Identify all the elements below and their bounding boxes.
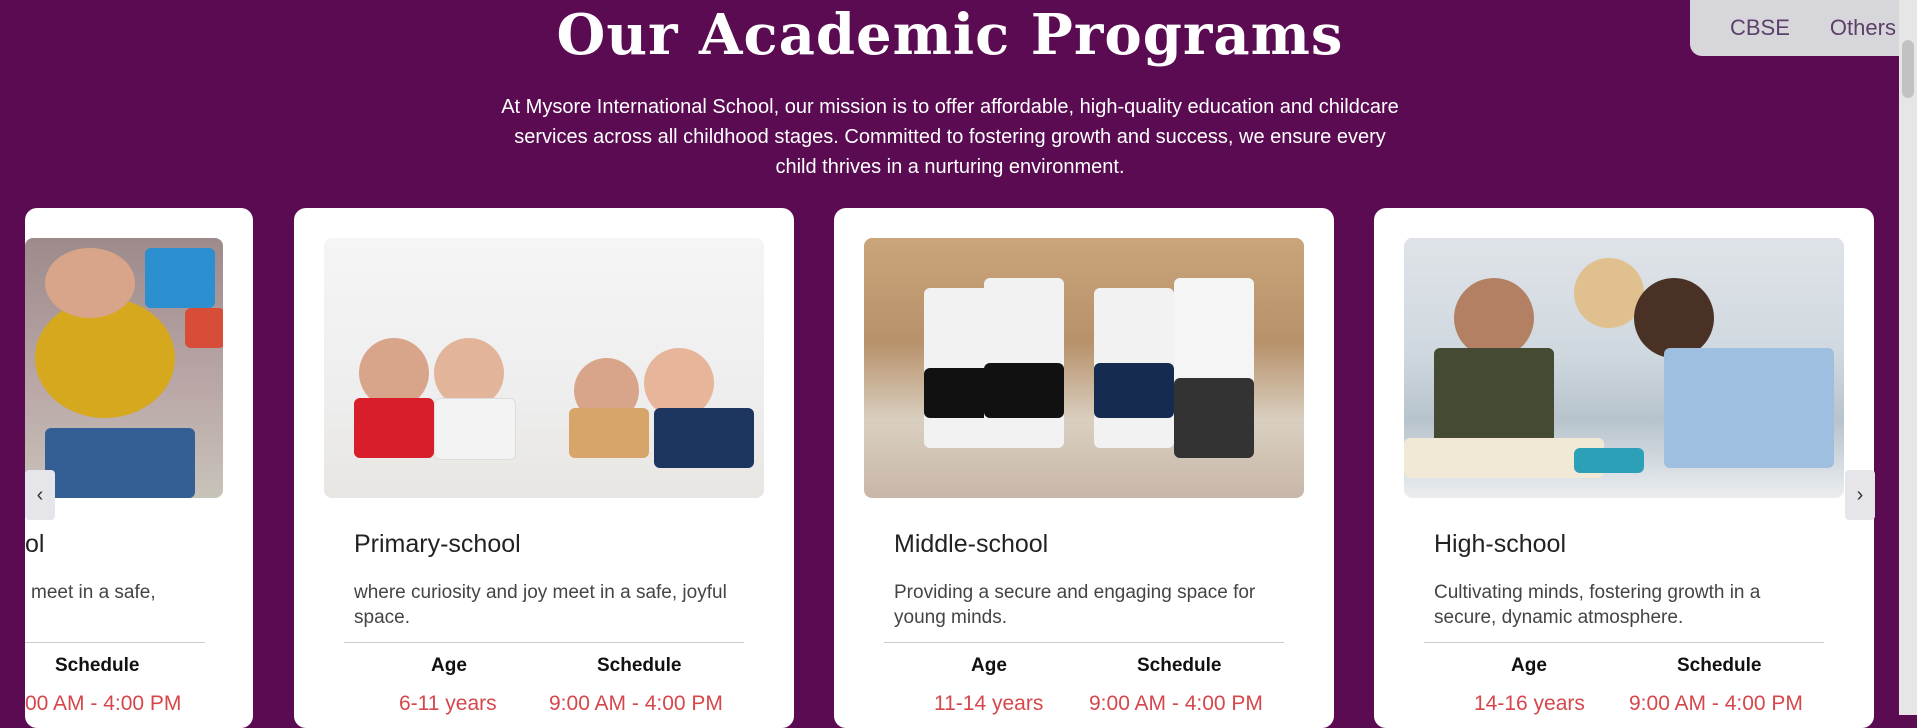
schedule-value: 9:00 AM - 4:00 PM	[1089, 692, 1263, 715]
divider	[884, 642, 1284, 643]
program-image	[1404, 238, 1844, 498]
divider	[344, 642, 744, 643]
program-title: High-school	[1434, 530, 1567, 558]
student-face-shape	[1454, 278, 1534, 358]
child-shirt-shape	[35, 298, 175, 418]
schedule-label: Schedule	[1677, 655, 1762, 676]
student-shirt-shape	[1664, 348, 1834, 468]
program-card-middle[interactable]: Middle-school Providing a secure and eng…	[834, 208, 1334, 728]
chevron-right-icon: ›	[1856, 483, 1864, 506]
schedule-value: 9:00 AM - 4:00 PM	[549, 692, 723, 715]
intro-text: At Mysore International School, our miss…	[501, 96, 1399, 178]
child-jeans-shape	[45, 428, 195, 498]
child-face-shape	[45, 248, 135, 318]
carousel-next-button[interactable]: ›	[1845, 470, 1875, 520]
program-card-preschool[interactable]: ol meet in a safe, Schedule 00 AM - 4:00…	[25, 208, 253, 728]
schedule-label: Schedule	[1137, 655, 1222, 676]
child-shirt-shape	[654, 408, 754, 468]
age-value: 11-14 years	[934, 692, 1044, 715]
trousers-shape	[1174, 378, 1254, 458]
student-hair-shape	[1634, 278, 1714, 358]
carousel-prev-button[interactable]: ‹	[25, 470, 55, 520]
divider	[1424, 642, 1824, 643]
program-description: meet in a safe,	[31, 582, 156, 603]
page: CBSE Others Our Academic Programs At Mys…	[0, 0, 1917, 728]
notebook-shape	[1574, 448, 1644, 473]
program-title: ol	[25, 530, 45, 558]
program-description: Cultivating minds, fostering growth in a…	[1434, 582, 1761, 628]
program-card-primary[interactable]: Primary-school where curiosity and joy m…	[294, 208, 794, 728]
child-shirt-shape	[434, 398, 516, 460]
program-image	[324, 238, 764, 498]
program-card-high[interactable]: High-school Cultivating minds, fostering…	[1374, 208, 1874, 728]
schedule-value: 9:00 AM - 4:00 PM	[1629, 692, 1803, 715]
schedule-label: Schedule	[597, 655, 682, 676]
program-description: Providing a secure and engaging space fo…	[894, 582, 1256, 628]
page-title: Our Academic Programs	[556, 2, 1344, 68]
schedule-value: 00 AM - 4:00 PM	[25, 692, 182, 715]
puzzle-tile-shape	[145, 248, 215, 308]
program-image	[25, 238, 223, 498]
age-label: Age	[971, 655, 1007, 676]
program-title: Middle-school	[894, 530, 1049, 558]
page-scrollbar[interactable]	[1899, 0, 1917, 715]
skirt-shape	[1094, 363, 1174, 418]
divider	[25, 642, 205, 643]
age-value: 14-16 years	[1474, 692, 1585, 715]
age-label: Age	[431, 655, 467, 676]
skirt-shape	[984, 363, 1064, 418]
child-shirt-shape	[354, 398, 434, 458]
program-image	[864, 238, 1304, 498]
program-title: Primary-school	[354, 530, 521, 558]
child-shirt-shape	[569, 408, 649, 458]
age-label: Age	[1511, 655, 1547, 676]
chevron-left-icon: ‹	[36, 483, 44, 506]
puzzle-tile-shape	[185, 308, 223, 348]
scrollbar-thumb[interactable]	[1902, 40, 1914, 98]
program-description: where curiosity and joy meet in a safe, …	[354, 582, 727, 628]
schedule-label: Schedule	[55, 655, 140, 676]
age-value: 6-11 years	[399, 692, 497, 715]
